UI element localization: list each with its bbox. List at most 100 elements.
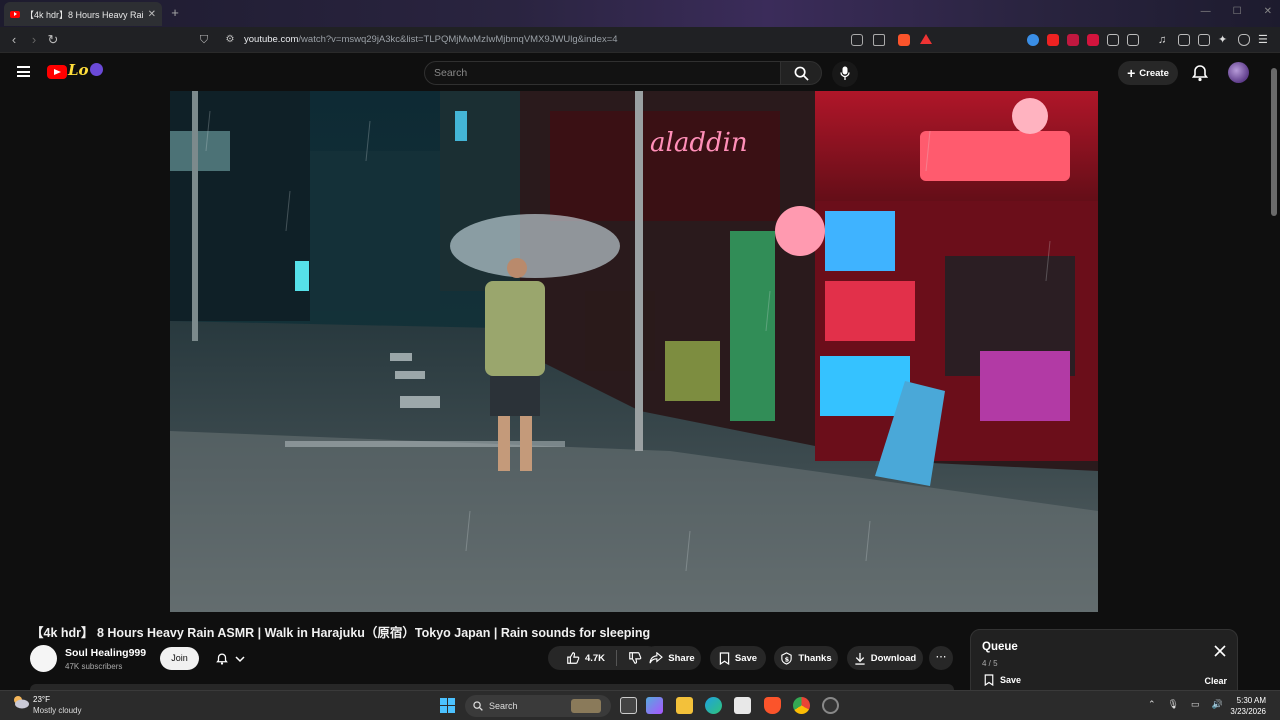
weather-condition[interactable]: Mostly cloudy [33, 706, 81, 715]
brave-shield-icon[interactable] [898, 34, 910, 46]
queue-save-label: Save [1000, 675, 1022, 685]
video-player[interactable]: aladdin [170, 91, 1098, 612]
brave-icon[interactable] [764, 697, 781, 714]
channel-name[interactable]: Soul Healing999 [65, 647, 146, 659]
cast-icon[interactable] [851, 34, 863, 46]
taskbar-search-label: Search [489, 701, 518, 711]
maximize-icon[interactable]: ☐ [1233, 6, 1242, 17]
chevron-down-icon [235, 655, 245, 662]
more-actions-button[interactable]: ⋯ [929, 646, 953, 670]
download-button[interactable]: Download [847, 646, 923, 670]
copilot-icon[interactable] [646, 697, 663, 714]
browser-tab[interactable]: 【4k hdr】8 Hours Heavy Rain ✕ [4, 2, 162, 26]
account-avatar[interactable] [1228, 62, 1249, 83]
close-icon[interactable] [1214, 645, 1226, 657]
video-frame-rainy-street: aladdin [170, 91, 1098, 612]
page-scrollbar-thumb[interactable] [1271, 68, 1277, 216]
weather-temperature[interactable]: 23°F [33, 695, 50, 704]
like-count[interactable]: 4.7K [585, 653, 605, 664]
github-icon[interactable] [822, 697, 839, 714]
extension-puzzle-icon[interactable] [1107, 34, 1119, 46]
youtube-favicon-icon [10, 10, 20, 18]
system-tray: ⌃ 🎙 ▭ 🔊 [1148, 699, 1223, 710]
extension-red-icon[interactable] [1067, 34, 1079, 46]
file-explorer-icon[interactable] [676, 697, 693, 714]
clock-time: 5:30 AM [1236, 696, 1266, 705]
url-path: /watch?v=mswq29jA3kc&list=TLPQMjMwMzIwMj… [298, 34, 618, 45]
taskbar-clock[interactable]: 5:30 AM 3/23/2026 [1220, 695, 1266, 717]
bell-icon [216, 652, 228, 665]
extension-blue-icon[interactable] [1027, 34, 1039, 46]
extension-pink-icon[interactable] [1087, 34, 1099, 46]
join-button[interactable]: Join [160, 647, 199, 670]
taskbar-search[interactable]: Search [465, 695, 611, 717]
chrome-icon[interactable] [793, 697, 810, 714]
search-input[interactable]: Search [424, 61, 781, 85]
queue-panel: Queue 4 / 5 Save Clear [970, 629, 1238, 691]
thumbs-down-icon[interactable] [628, 651, 642, 665]
guide-menu-icon[interactable] [17, 66, 30, 77]
tray-overflow-icon[interactable]: ⌃ [1148, 699, 1156, 710]
sidebar-icon[interactable] [1178, 34, 1190, 46]
bookmark-icon[interactable]: ⛉ [196, 32, 212, 48]
save-button[interactable]: Save [710, 646, 766, 670]
forward-icon[interactable]: › [26, 32, 42, 48]
microphone-tray-icon[interactable]: 🎙 [1168, 699, 1179, 710]
save-label: Save [734, 652, 758, 664]
tab-title: 【4k hdr】8 Hours Heavy Rain [25, 9, 143, 20]
share-icon [649, 652, 664, 664]
back-icon[interactable]: ‹ [6, 32, 22, 48]
create-label: Create [1139, 67, 1169, 79]
close-tab-icon[interactable]: ✕ [148, 9, 156, 20]
youtube-masthead: Lo Search + Create [0, 53, 1280, 91]
create-button[interactable]: + Create [1118, 61, 1178, 85]
url-field[interactable]: youtube.com/watch?v=mswq29jA3kc&list=TLP… [244, 34, 618, 45]
thanks-button[interactable]: $ Thanks [774, 646, 838, 670]
svg-text:$: $ [785, 655, 790, 663]
reload-icon[interactable]: ↻ [45, 32, 61, 48]
extension-youtube-icon[interactable] [1047, 34, 1059, 46]
notifications-bell-icon[interactable] [1190, 63, 1210, 83]
voice-search-button[interactable] [832, 61, 858, 87]
rewards-icon[interactable] [920, 34, 932, 44]
youtube-logo-icon[interactable] [47, 65, 67, 79]
bookmark-icon [984, 674, 994, 686]
clock-date: 3/23/2026 [1230, 707, 1266, 716]
vpn-shield-icon[interactable] [1238, 34, 1250, 46]
network-icon[interactable]: ▭ [1191, 699, 1200, 710]
queue-clear-button[interactable]: Clear [1204, 676, 1227, 686]
youtube-doodle-logo[interactable]: Lo [68, 61, 102, 79]
bookmark-save-icon [719, 651, 730, 665]
thanks-heart-icon: $ [781, 651, 793, 665]
thumbs-up-icon[interactable] [566, 651, 580, 665]
new-tab-button[interactable]: + [166, 5, 184, 21]
media-icon[interactable]: ♫ [1158, 34, 1170, 46]
search-button[interactable] [780, 61, 822, 85]
windows-taskbar: 23°F Mostly cloudy Search ⌃ 🎙 ▭ 🔊 5:30 A… [0, 690, 1280, 720]
store-icon[interactable] [734, 697, 751, 714]
download-icon [855, 652, 865, 665]
minimize-icon[interactable]: — [1201, 6, 1211, 17]
weather-cloud-icon[interactable] [12, 695, 30, 709]
share-button[interactable]: Share [643, 646, 701, 670]
search-icon [794, 66, 809, 81]
subscription-bell-button[interactable] [207, 647, 253, 670]
task-view-icon[interactable] [620, 697, 637, 714]
queue-save-button[interactable]: Save [984, 674, 1021, 686]
wallet-icon[interactable] [1198, 34, 1210, 46]
windows-start-icon[interactable] [440, 698, 455, 713]
leo-ai-icon[interactable]: ✦ [1218, 34, 1230, 46]
thanks-label: Thanks [798, 652, 832, 664]
queue-position: 4 / 5 [982, 659, 998, 668]
channel-avatar[interactable] [30, 645, 57, 672]
site-info-icon[interactable]: ⚙ [222, 32, 238, 48]
browser-tab-strip: 【4k hdr】8 Hours Heavy Rain ✕ + — ☐ ✕ [0, 0, 1280, 27]
like-divider [616, 650, 618, 666]
close-window-icon[interactable]: ✕ [1264, 6, 1272, 17]
address-bar-row: ‹ › ↻ ⛉ ⚙ youtube.com/watch?v=mswq29jA3k… [0, 27, 1280, 53]
edge-icon[interactable] [705, 697, 722, 714]
subscriber-count: 47K subscribers [65, 662, 123, 671]
share-page-icon[interactable] [873, 34, 885, 46]
browser-menu-icon[interactable]: ☰ [1258, 34, 1270, 46]
extension-box-icon[interactable] [1127, 34, 1139, 46]
